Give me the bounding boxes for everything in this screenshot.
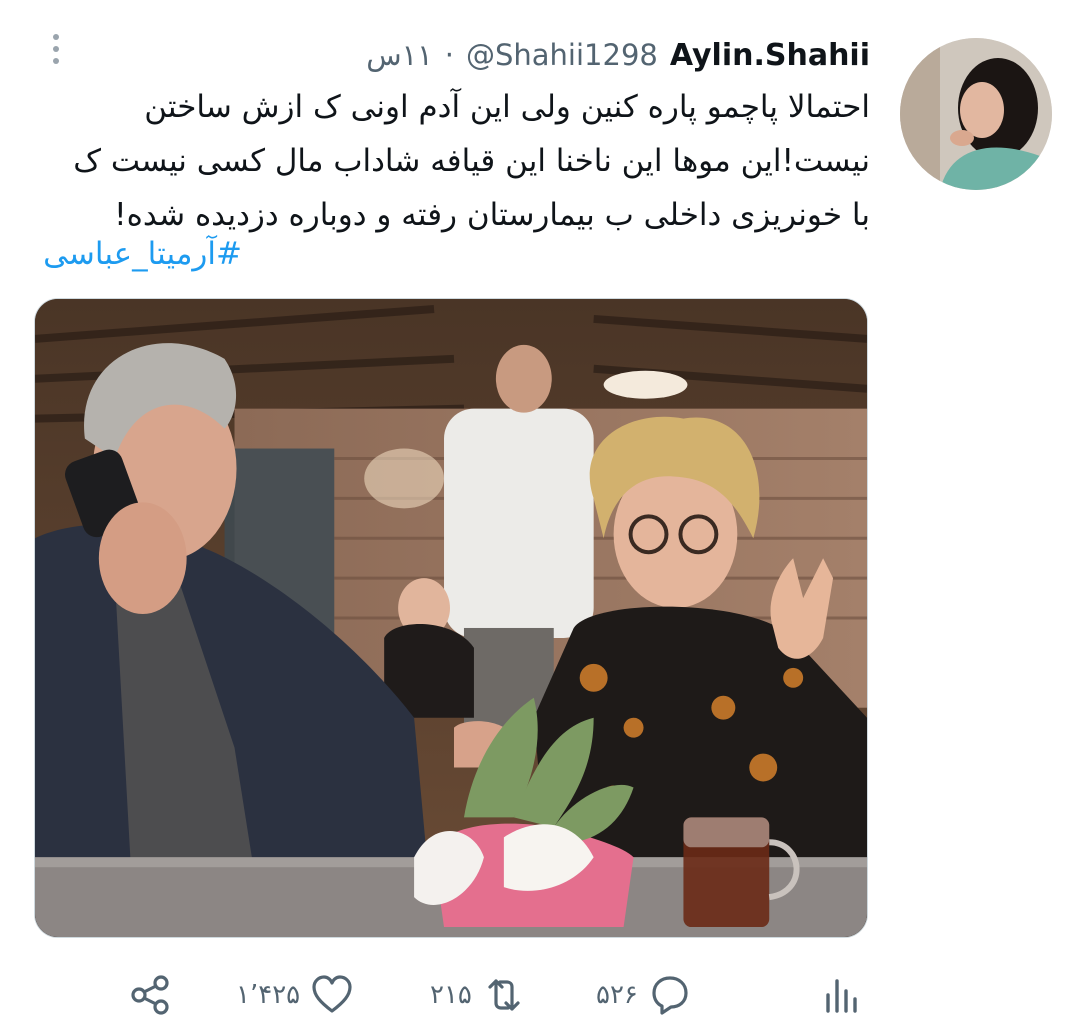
- retweet-button[interactable]: ۲۱۵: [430, 970, 526, 1020]
- retweet-icon: [488, 979, 520, 1011]
- tweet-header: Aylin.Shahii @Shahii1298 · ۱۱س: [366, 34, 870, 76]
- views-icon: [826, 979, 857, 1013]
- tweet-text-line: نیست!این موها این ناخنا این قیافه شاداب …: [73, 143, 870, 179]
- share-button[interactable]: [128, 970, 172, 1020]
- user-handle[interactable]: @Shahii1298: [466, 38, 658, 72]
- avatar-image: [900, 38, 1052, 190]
- tweet-text-line: احتمالا پاچمو پاره کنین ولی این آدم اونی…: [144, 89, 870, 125]
- separator-dot: ·: [444, 38, 454, 72]
- reply-icon: [652, 976, 688, 1015]
- share-icon: [131, 975, 169, 1015]
- tweet-text: احتمالا پاچمو پاره کنین ولی این آدم اونی…: [30, 80, 870, 242]
- tweet-card[interactable]: Aylin.Shahii @Shahii1298 · ۱۱س احتمالا پ…: [0, 0, 1080, 1034]
- avatar[interactable]: [900, 38, 1052, 190]
- display-name[interactable]: Aylin.Shahii: [670, 38, 870, 73]
- more-vertical-icon[interactable]: [44, 30, 68, 74]
- tweet-actions: ۱٬۴۲۵ ۲۱۵ ۵۲۶: [0, 960, 1080, 1030]
- tweet-time[interactable]: ۱۱س: [366, 38, 433, 72]
- like-count: ۱٬۴۲۵: [236, 980, 301, 1010]
- tweet-text-line: با خونریزی داخلی ب بیمارستان رفته و دوبا…: [114, 197, 870, 233]
- like-button[interactable]: ۱٬۴۲۵: [236, 970, 354, 1020]
- photo-image: [35, 299, 867, 937]
- reply-count: ۵۲۶: [596, 980, 638, 1010]
- views-button[interactable]: [820, 970, 864, 1020]
- reply-button[interactable]: ۵۲۶: [596, 970, 692, 1020]
- hashtag-link[interactable]: #آرمیتا_عباسی: [43, 236, 242, 272]
- tweet-photo[interactable]: [34, 298, 868, 938]
- heart-icon: [312, 975, 352, 1013]
- retweet-count: ۲۱۵: [430, 980, 472, 1010]
